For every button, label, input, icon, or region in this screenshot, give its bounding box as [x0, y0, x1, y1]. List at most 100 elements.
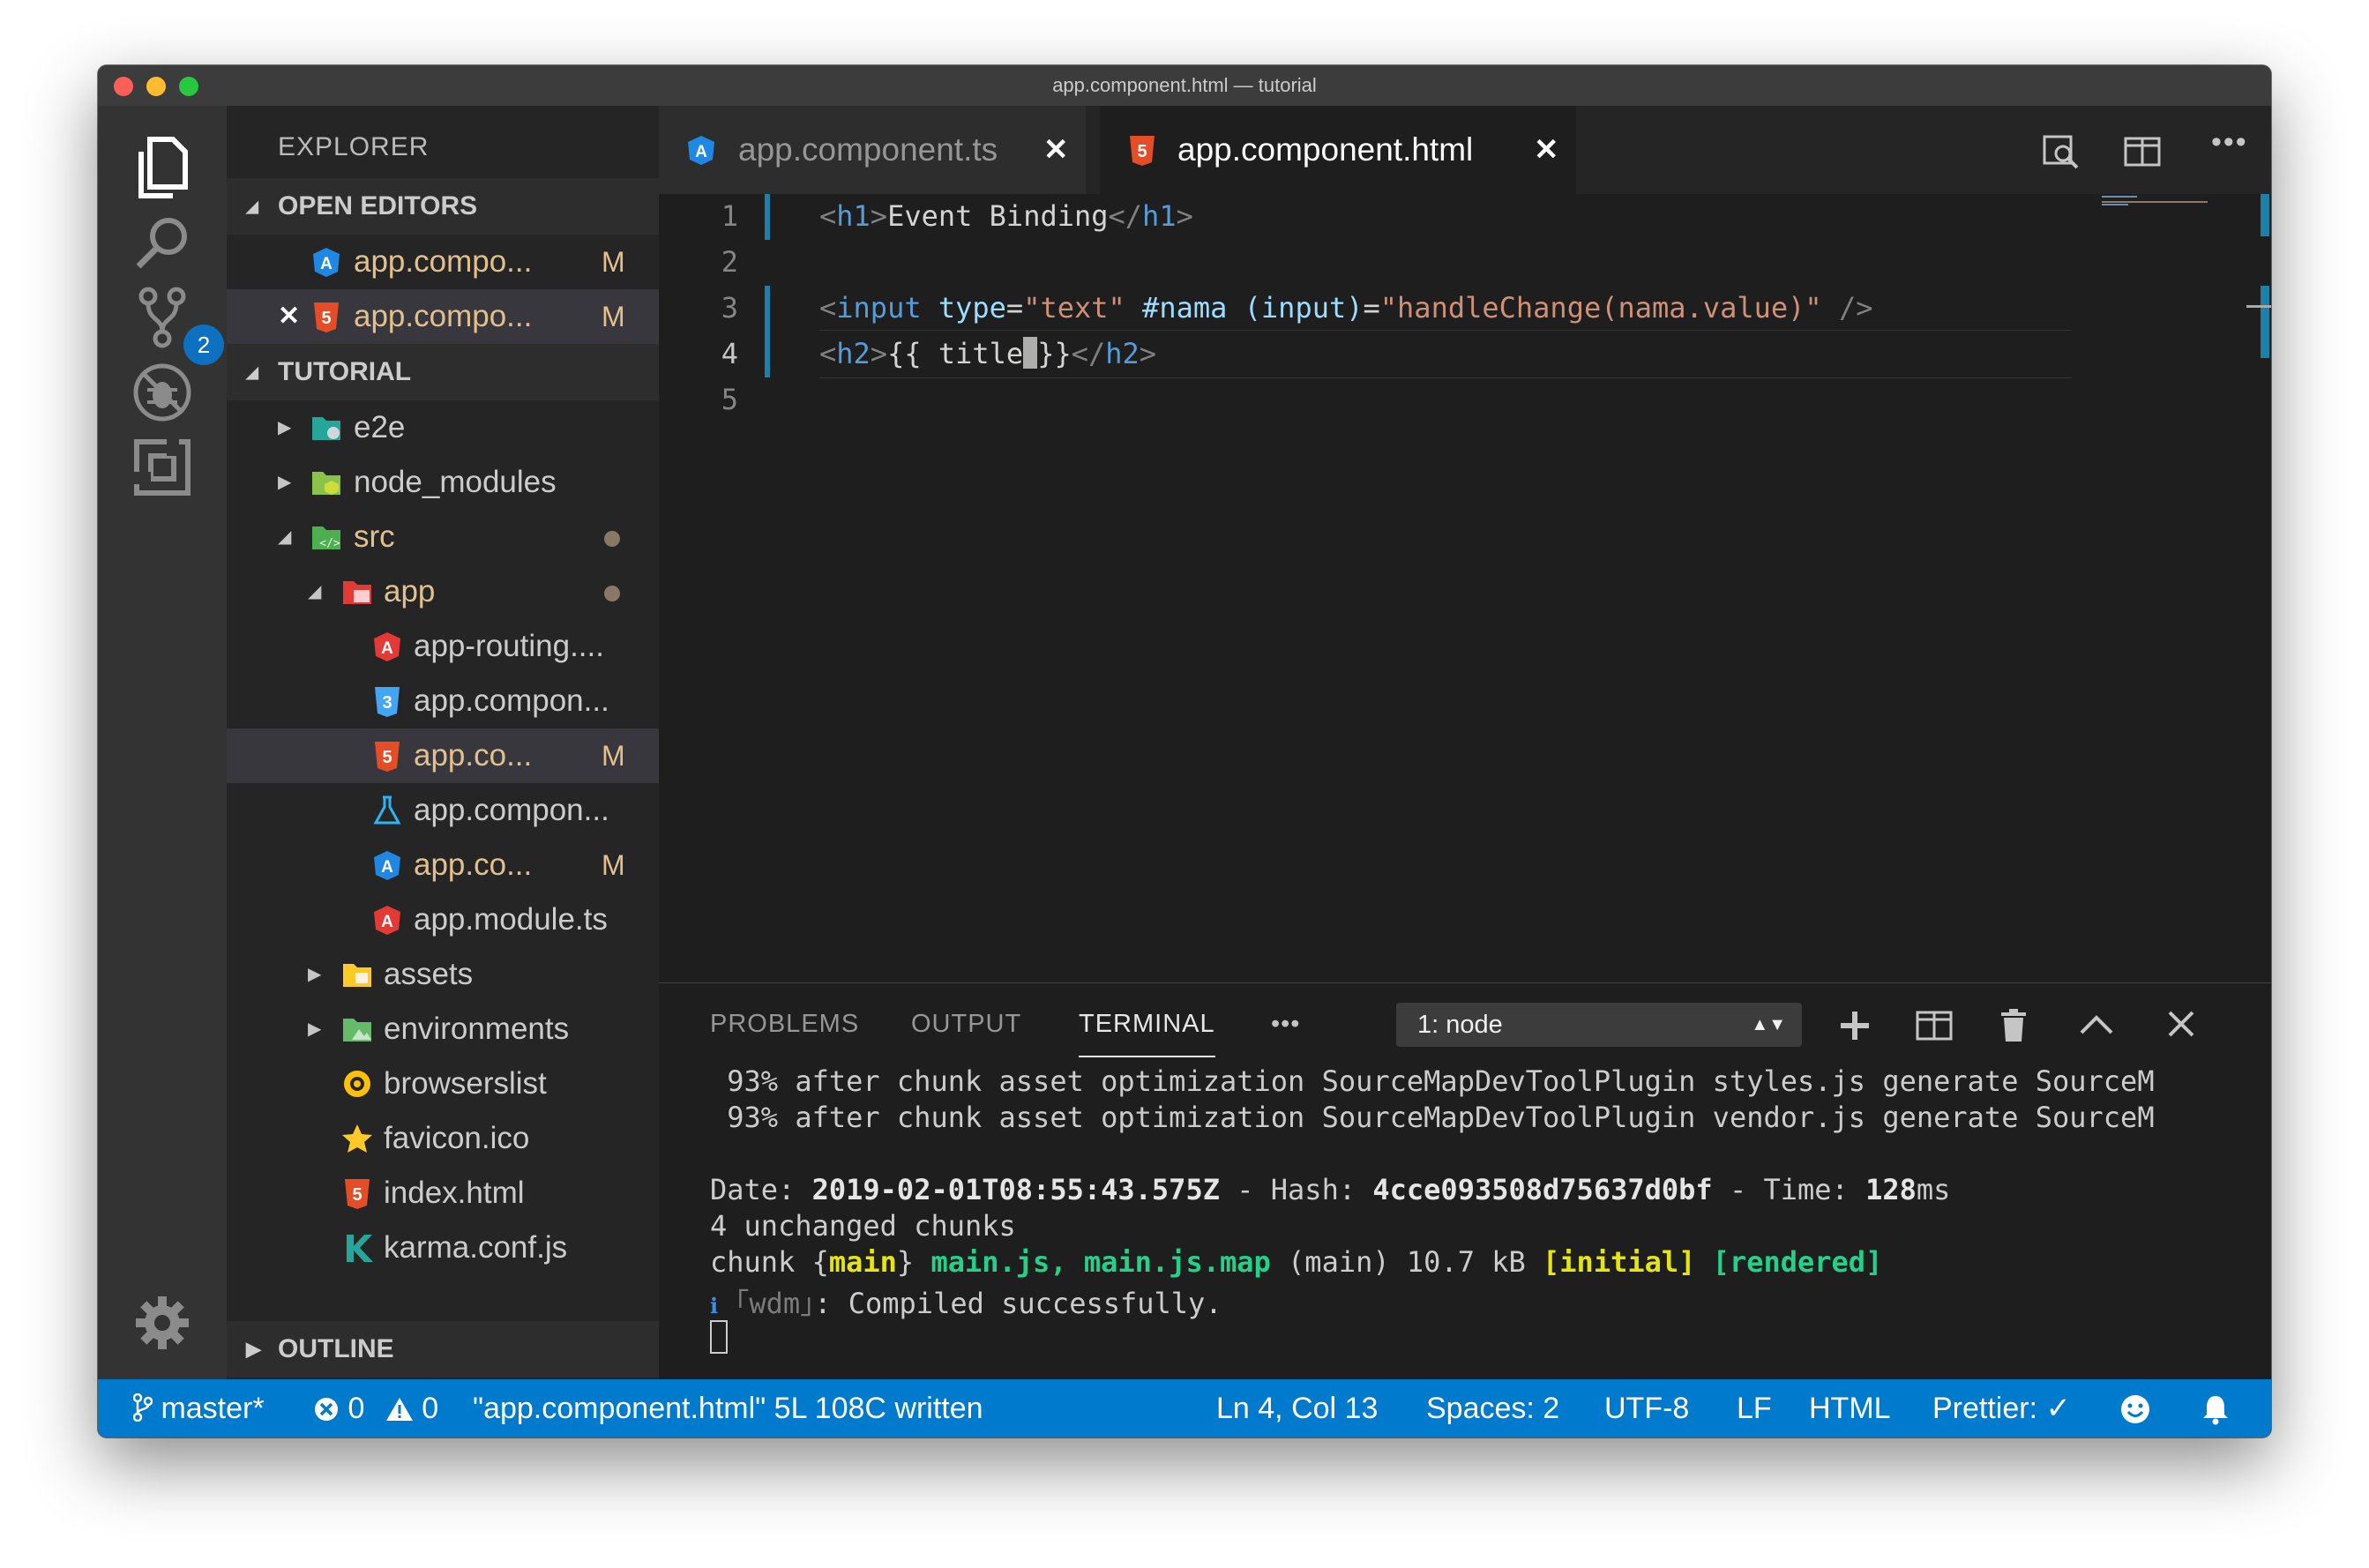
chevron-down-icon: ◢ — [246, 198, 258, 215]
outline-header[interactable]: ▶ OUTLINE — [227, 1321, 659, 1378]
error-icon — [315, 1398, 338, 1421]
problems-status[interactable]: 0 0 — [313, 1379, 438, 1437]
tree-file[interactable]: 5 index.html — [227, 1166, 659, 1221]
tree-file[interactable]: 3 app.compon... — [227, 674, 659, 728]
eol-status[interactable]: LF — [1737, 1379, 1772, 1437]
extensions-icon[interactable] — [127, 432, 198, 503]
tree-file-selected[interactable]: 5 app.co... M — [227, 728, 659, 783]
tree-folder-node-modules[interactable]: ▶ node_modules — [227, 455, 659, 510]
tab-terminal[interactable]: TERMINAL — [1079, 1010, 1215, 1057]
warning-icon — [385, 1398, 413, 1421]
status-message: "app.component.html" 5L 108C written — [473, 1392, 983, 1425]
chevron-right-icon: ▶ — [308, 965, 322, 984]
svg-text:3: 3 — [382, 693, 392, 713]
more-actions-icon[interactable]: ••• — [2211, 125, 2248, 160]
folder-icon — [312, 417, 340, 440]
svg-text:</>: </> — [319, 537, 340, 550]
terminal-selector-value: 1: node — [1417, 1011, 1503, 1039]
angular-icon: A — [374, 632, 400, 661]
zoom-window-button[interactable] — [179, 77, 198, 96]
tree-file[interactable]: app.compon... — [227, 783, 659, 838]
search-icon[interactable] — [127, 207, 198, 278]
close-panel-icon[interactable] — [2167, 1010, 2195, 1038]
feedback-smiley-icon[interactable] — [2119, 1393, 2151, 1425]
maximize-panel-chevron-up-icon[interactable] — [2079, 1013, 2114, 1036]
code-editor[interactable]: 1 2 3 4 5 <h1>Event Binding</h1> <input … — [659, 194, 2271, 982]
tab-app-component-ts[interactable]: A app.component.ts ✕ — [659, 106, 1086, 194]
open-preview-icon[interactable] — [2042, 134, 2081, 169]
tab-problems[interactable]: PROBLEMS — [710, 1010, 859, 1039]
tab-app-component-html[interactable]: 5 app.component.html ✕ — [1100, 106, 1576, 194]
tab-close-icon[interactable]: ✕ — [1043, 106, 1069, 194]
tree-folder-app[interactable]: ◢ app — [227, 564, 659, 619]
minimize-window-button[interactable] — [146, 77, 166, 96]
close-icon[interactable]: ✕ — [278, 289, 300, 344]
folder-icon — [343, 1019, 371, 1042]
encoding-status[interactable]: UTF-8 — [1604, 1379, 1689, 1437]
branch-name: master* — [161, 1392, 265, 1425]
close-window-button[interactable] — [114, 77, 133, 96]
svg-text:5: 5 — [352, 1185, 362, 1205]
tree-item-label: app.co... — [414, 738, 533, 773]
activity-bar: 2 — [98, 106, 227, 1379]
tree-item-label: app.compon... — [414, 793, 609, 827]
tree-file[interactable]: A app.co... M — [227, 838, 659, 892]
source-control-icon[interactable]: 2 — [127, 282, 224, 365]
tree-file[interactable]: A app-routing.... — [227, 619, 659, 674]
explorer-icon[interactable] — [127, 132, 198, 203]
angular-ts-icon: A — [374, 851, 400, 880]
tree-file[interactable]: A app.module.ts — [227, 892, 659, 947]
chevron-down-icon: ◢ — [308, 582, 322, 601]
tree-file[interactable]: browserslist — [227, 1057, 659, 1111]
chevron-right-icon: ▶ — [278, 473, 292, 492]
open-editor-item[interactable]: ✕ 5 app.compo... M — [227, 289, 659, 344]
tree-folder-e2e[interactable]: ▶ e2e — [227, 400, 659, 455]
flask-test-icon — [373, 795, 401, 825]
line-number: 1 — [721, 199, 738, 233]
prettier-status[interactable]: Prettier: ✓ — [1932, 1379, 2071, 1437]
open-editor-item[interactable]: A app.compo... M — [227, 235, 659, 289]
select-arrows-icon: ▲▼ — [1751, 1015, 1786, 1034]
chevron-down-icon: ◢ — [246, 363, 258, 381]
diff-modified-marker — [765, 286, 770, 377]
indentation-status[interactable]: Spaces: 2 — [1426, 1379, 1559, 1437]
tree-item-label: karma.conf.js — [384, 1230, 568, 1265]
overview-ruler-marker — [2261, 286, 2269, 358]
new-terminal-icon[interactable] — [1839, 1010, 1871, 1042]
status-bar: master* 0 0 "app.component.html" 5L 108C… — [98, 1379, 2271, 1437]
terminal-line: 93% after chunk asset optimization Sourc… — [710, 1064, 2155, 1098]
line-number: 5 — [721, 383, 738, 416]
browserslist-icon — [344, 1071, 370, 1097]
terminal-selector[interactable]: 1: node ▲▼ — [1396, 1003, 1802, 1047]
overview-ruler-marker — [2261, 194, 2269, 236]
star-icon — [342, 1124, 372, 1153]
trash-icon[interactable] — [1999, 1008, 2028, 1043]
debug-icon[interactable] — [127, 357, 198, 428]
modified-dot — [604, 531, 620, 547]
split-terminal-icon[interactable] — [1915, 1010, 1954, 1042]
notifications-bell-icon[interactable] — [2201, 1393, 2231, 1425]
tutorial-header[interactable]: ◢ TUTORIAL — [227, 344, 659, 400]
cursor-position[interactable]: Ln 4, Col 13 — [1216, 1379, 1378, 1437]
settings-gear-icon[interactable] — [127, 1288, 198, 1358]
folder-icon — [312, 472, 340, 495]
explorer-sidebar: EXPLORER ◢ OPEN EDITORS A app.compo... M… — [227, 106, 659, 1379]
tree-folder-assets[interactable]: ▶ assets — [227, 947, 659, 1002]
terminal-line: 4 unchanged chunks — [710, 1209, 1016, 1243]
tree-item-label: browserslist — [384, 1066, 547, 1101]
language-status[interactable]: HTML — [1809, 1379, 1891, 1437]
warning-count: 0 — [422, 1392, 439, 1425]
tree-folder-environments[interactable]: ▶ environments — [227, 1002, 659, 1057]
split-editor-icon[interactable] — [2123, 136, 2162, 168]
open-editors-header[interactable]: ◢ OPEN EDITORS — [227, 178, 659, 235]
branch-status[interactable]: master* — [132, 1379, 265, 1437]
tree-folder-src[interactable]: ◢ </> src — [227, 510, 659, 564]
tab-close-icon[interactable]: ✕ — [1534, 106, 1559, 194]
modified-badge: M — [602, 849, 625, 881]
terminal-line: 93% after chunk asset optimization Sourc… — [710, 1101, 2155, 1134]
panel-more-icon[interactable]: ••• — [1271, 1010, 1300, 1039]
minimap[interactable] — [2102, 194, 2216, 208]
tree-file[interactable]: karma.conf.js — [227, 1221, 659, 1275]
tab-output[interactable]: OUTPUT — [911, 1010, 1021, 1039]
tree-file[interactable]: favicon.ico — [227, 1111, 659, 1166]
